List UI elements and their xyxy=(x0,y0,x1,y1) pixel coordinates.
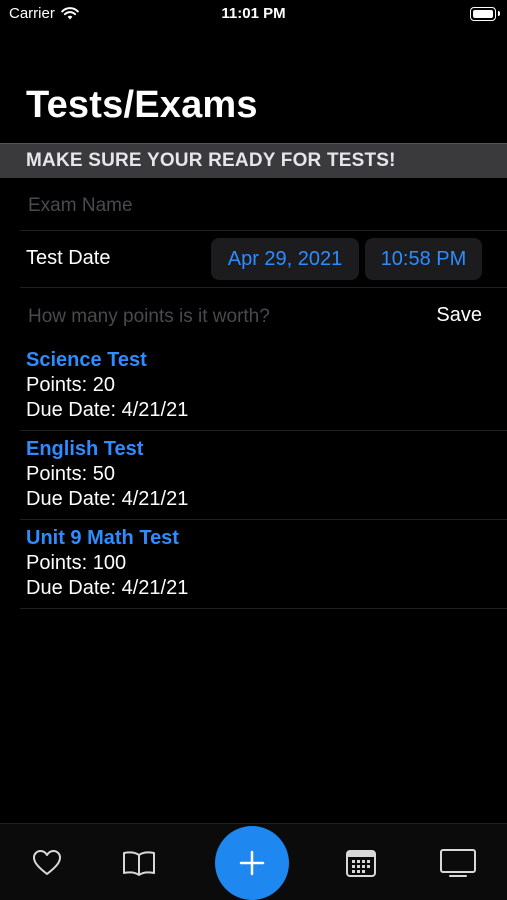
tab-tv[interactable] xyxy=(438,848,478,878)
exam-name-input[interactable] xyxy=(26,190,480,222)
status-bar: Carrier 11:01 PM xyxy=(0,0,507,30)
section-header-label: MAKE SURE YOUR READY FOR TESTS! xyxy=(26,150,396,171)
heart-icon xyxy=(33,850,61,875)
exam-points: Points: 100 xyxy=(26,552,127,574)
plus-icon xyxy=(239,850,265,876)
save-button[interactable]: Save xyxy=(436,304,482,327)
divider xyxy=(20,287,507,288)
tab-favorites[interactable] xyxy=(30,848,64,878)
calendar-icon xyxy=(346,850,376,877)
exam-points: Points: 20 xyxy=(26,374,115,396)
tab-book[interactable] xyxy=(122,848,156,878)
time-picker-button[interactable]: 10:58 PM xyxy=(365,238,482,280)
book-icon xyxy=(123,851,155,876)
divider xyxy=(20,430,507,431)
exam-title: Unit 9 Math Test xyxy=(26,527,179,549)
test-date-label: Test Date xyxy=(26,247,111,269)
status-time: 11:01 PM xyxy=(221,5,286,22)
tv-icon xyxy=(440,849,476,877)
exam-title: Science Test xyxy=(26,349,147,371)
add-button[interactable] xyxy=(215,826,289,900)
page-title: Tests/Exams xyxy=(26,84,258,126)
list-item[interactable]: Science Test Points: 20 Due Date: 4/21/2… xyxy=(0,349,507,437)
divider xyxy=(20,230,507,231)
date-picker-button[interactable]: Apr 29, 2021 xyxy=(211,238,359,280)
exam-due-date: Due Date: 4/21/21 xyxy=(26,577,189,599)
section-header: MAKE SURE YOUR READY FOR TESTS! xyxy=(0,143,507,178)
exam-due-date: Due Date: 4/21/21 xyxy=(26,488,189,510)
divider xyxy=(20,608,507,609)
battery-icon xyxy=(470,7,500,21)
divider xyxy=(20,519,507,520)
exam-due-date: Due Date: 4/21/21 xyxy=(26,399,189,421)
exam-title: English Test xyxy=(26,438,144,460)
tab-calendar[interactable] xyxy=(344,848,378,878)
list-item[interactable]: Unit 9 Math Test Points: 100 Due Date: 4… xyxy=(0,527,507,615)
screen: Carrier 11:01 PM Tests/Exams MAKE SURE Y… xyxy=(0,0,507,900)
exam-points: Points: 50 xyxy=(26,463,115,485)
points-input[interactable] xyxy=(26,301,410,333)
list-item[interactable]: English Test Points: 50 Due Date: 4/21/2… xyxy=(0,438,507,526)
